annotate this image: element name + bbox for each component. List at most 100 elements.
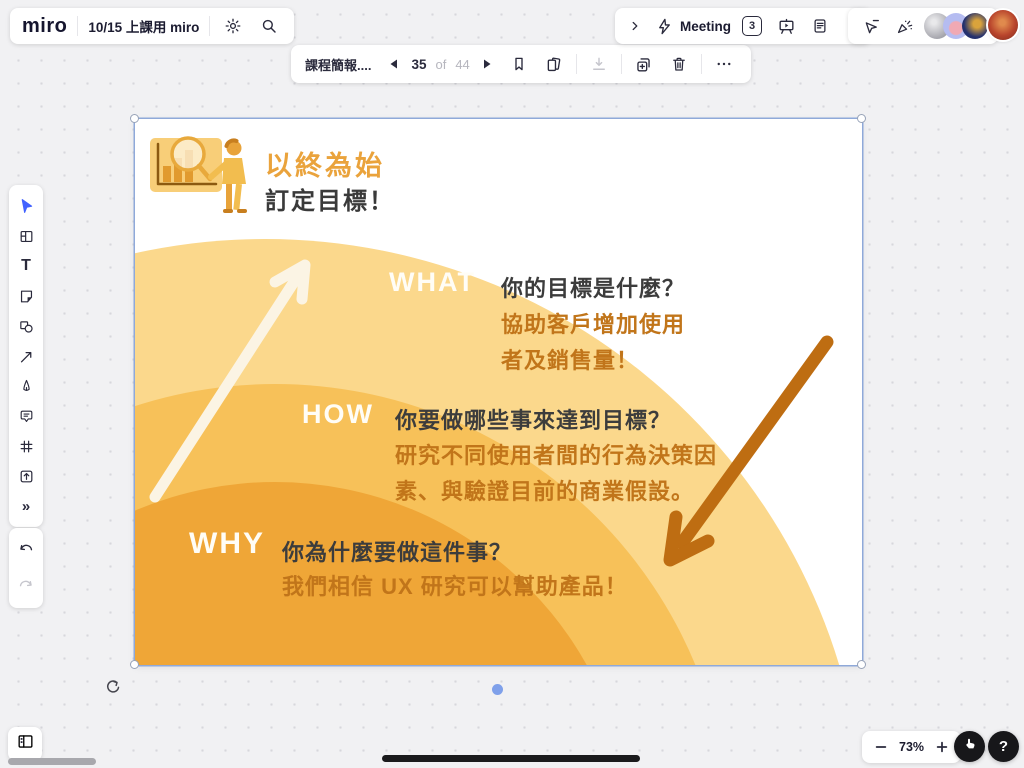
miro-logo[interactable]: miro (22, 15, 67, 38)
next-page-button[interactable] (479, 51, 497, 77)
redo-button[interactable] (13, 573, 39, 599)
timer-3-icon: 3 (742, 16, 762, 36)
lightning-icon (655, 17, 674, 36)
duplicate-button[interactable] (631, 51, 657, 77)
section-label-what: WHAT (389, 267, 476, 298)
pointer-follow-icon (862, 17, 881, 36)
page-total: 44 (455, 57, 469, 72)
zoom-level[interactable]: 73% (899, 740, 924, 754)
tool-text[interactable]: T (12, 253, 40, 279)
divider (77, 16, 78, 36)
section-answer-what-1: 協助客戶增加使用 (501, 307, 685, 339)
gear-icon (224, 17, 242, 35)
gesture-mode-button[interactable] (954, 731, 985, 762)
divider (621, 54, 622, 74)
prev-page-button[interactable] (384, 51, 402, 77)
meeting-button[interactable] (653, 13, 675, 39)
zoom-out-button[interactable] (871, 734, 891, 760)
tool-select[interactable] (12, 193, 40, 219)
selection-handle-bottom-right[interactable] (857, 660, 866, 669)
page-of-label: of (435, 57, 446, 72)
frame-icon (18, 438, 35, 455)
selection-handle-top-right[interactable] (857, 114, 866, 123)
reactions-button[interactable] (891, 13, 917, 39)
miro-canvas[interactable]: miro 10/15 上課用 miro 課程簡報.... (0, 0, 1024, 768)
pages-icon (544, 55, 563, 74)
tool-upload[interactable] (12, 463, 40, 489)
tool-pen[interactable] (12, 373, 40, 399)
undo-button[interactable] (13, 537, 39, 563)
header-left-panel: miro 10/15 上課用 miro (10, 8, 294, 44)
tool-shapes[interactable] (12, 313, 40, 339)
page-current: 35 (411, 57, 426, 72)
divider (209, 16, 210, 36)
upload-icon (18, 468, 35, 485)
undo-redo-panel (9, 528, 43, 608)
sticky-note-icon (18, 288, 35, 305)
timer-button[interactable]: 3 (739, 13, 765, 39)
tool-sticky-note[interactable] (12, 283, 40, 309)
arrow-icon (18, 348, 35, 365)
zoom-in-button[interactable] (932, 734, 952, 760)
layout-panels-icon (18, 228, 35, 245)
text-tool-icon: T (21, 258, 31, 274)
more-options-button[interactable] (711, 51, 737, 77)
delete-button[interactable] (666, 51, 692, 77)
avatar-stack (924, 13, 988, 39)
tool-more[interactable]: » (12, 493, 40, 519)
tool-templates[interactable] (12, 223, 40, 249)
follow-cursor-button[interactable] (858, 13, 884, 39)
bookmark-icon (510, 55, 528, 73)
settings-button[interactable] (220, 13, 246, 39)
section-label-how: HOW (302, 399, 374, 430)
confetti-icon (895, 17, 914, 36)
section-label-why: WHY (189, 527, 265, 561)
divider (701, 54, 702, 74)
section-question-how: 你要做哪些事來達到目標？ (395, 403, 671, 435)
download-button[interactable] (586, 51, 612, 77)
more-tools-icon: » (22, 499, 30, 514)
help-button[interactable]: ? (988, 731, 1019, 762)
undo-icon (17, 541, 35, 559)
board-title[interactable]: 10/15 上課用 miro (88, 16, 199, 36)
selection-handle-top-left[interactable] (130, 114, 139, 123)
frame-name-label[interactable]: 課程簡報.... (305, 55, 371, 74)
cursor-icon (17, 197, 35, 215)
tool-comment[interactable] (12, 403, 40, 429)
selection-handle-bottom-left[interactable] (130, 660, 139, 669)
triangle-left-icon (388, 58, 399, 70)
current-user-avatar[interactable] (988, 10, 1018, 40)
slide-title: 以終為始 (265, 144, 385, 183)
comment-icon (18, 408, 35, 425)
search-button[interactable] (256, 13, 282, 39)
section-answer-how-2: 素、與驗證目前的商業假設。 (395, 474, 694, 506)
growth-arrow (155, 265, 305, 497)
slide-frame[interactable]: 以終為始 訂定目標！ WHAT 你的目標是什麼？ 協助客戶增加使用 者及銷售量！… (135, 119, 862, 665)
home-indicator-bar (382, 755, 640, 762)
plus-icon (935, 740, 949, 754)
meeting-label[interactable]: Meeting (680, 19, 731, 34)
section-answer-how-1: 研究不同使用者間的行為決策因 (395, 438, 717, 470)
present-button[interactable] (773, 13, 799, 39)
minus-icon (874, 740, 888, 754)
frames-panel-button[interactable] (8, 727, 42, 761)
easel-icon (777, 17, 796, 36)
frame-toolbar: 課程簡報.... 35 of 44 (291, 45, 751, 83)
rotate-handle[interactable] (103, 677, 123, 697)
hand-pointer-icon (962, 736, 978, 757)
zoom-controls: 73% (862, 731, 961, 763)
chevron-right-icon (628, 19, 642, 33)
bookmark-button[interactable] (506, 51, 532, 77)
collaborator-avatar-3[interactable] (962, 13, 988, 39)
tool-frame[interactable] (12, 433, 40, 459)
presenter-illustration (148, 128, 266, 236)
pages-button[interactable] (541, 51, 567, 77)
notes-button[interactable] (807, 13, 833, 39)
collaboration-panel (848, 8, 998, 44)
divider (576, 54, 577, 74)
download-icon (590, 55, 608, 73)
horizontal-scrollbar[interactable] (8, 758, 96, 765)
expand-panel-button[interactable] (625, 13, 645, 39)
tool-connector[interactable] (12, 343, 40, 369)
section-question-why: 你為什麼要做這件事？ (282, 535, 512, 567)
